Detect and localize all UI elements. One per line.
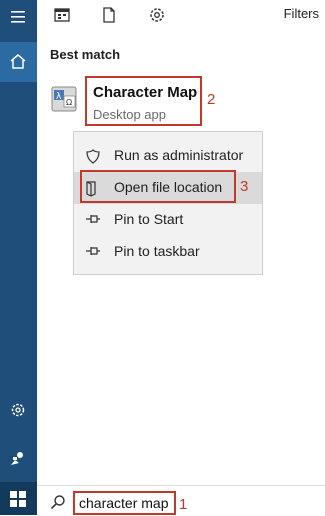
start-button[interactable] xyxy=(0,482,37,515)
settings-filter-icon[interactable] xyxy=(148,6,166,24)
windows-logo-icon xyxy=(10,491,26,507)
annotation-number-1: 1 xyxy=(179,496,188,513)
context-menu: Run as administrator Open file location … xyxy=(73,131,263,275)
pin-icon xyxy=(86,247,100,255)
menu-item-label: Run as administrator xyxy=(114,147,244,163)
menu-item-label: Pin to Start xyxy=(114,211,184,227)
shield-icon xyxy=(86,149,100,164)
search-toolbar: Filters xyxy=(37,0,325,32)
pin-icon xyxy=(86,215,100,223)
home-button[interactable] xyxy=(0,42,37,82)
search-icon xyxy=(50,495,65,510)
menu-item-pin-to-start[interactable]: Pin to Start xyxy=(74,204,262,236)
annotation-box-2 xyxy=(85,76,202,126)
start-rail xyxy=(0,0,37,515)
gear-icon[interactable] xyxy=(10,402,26,418)
annotation-box-1 xyxy=(73,491,176,515)
feedback-icon[interactable] xyxy=(10,450,26,466)
annotation-box-3 xyxy=(80,170,236,203)
svg-text:Ω: Ω xyxy=(66,98,72,107)
annotation-number-2: 2 xyxy=(207,91,216,108)
menu-item-pin-to-taskbar[interactable]: Pin to taskbar xyxy=(74,236,262,268)
annotation-number-3: 3 xyxy=(240,178,249,195)
menu-item-run-as-admin[interactable]: Run as administrator xyxy=(74,140,262,172)
character-map-app-icon: λ Ω xyxy=(51,86,77,112)
hamburger-menu-button[interactable] xyxy=(0,0,37,35)
svg-text:λ: λ xyxy=(56,92,62,102)
best-match-heading: Best match xyxy=(50,47,121,62)
filters-button[interactable]: Filters xyxy=(284,6,319,21)
documents-filter-icon[interactable] xyxy=(100,6,118,24)
home-icon xyxy=(10,54,26,69)
hamburger-icon xyxy=(11,11,25,23)
menu-item-label: Pin to taskbar xyxy=(114,243,200,259)
apps-filter-icon[interactable] xyxy=(53,6,71,24)
